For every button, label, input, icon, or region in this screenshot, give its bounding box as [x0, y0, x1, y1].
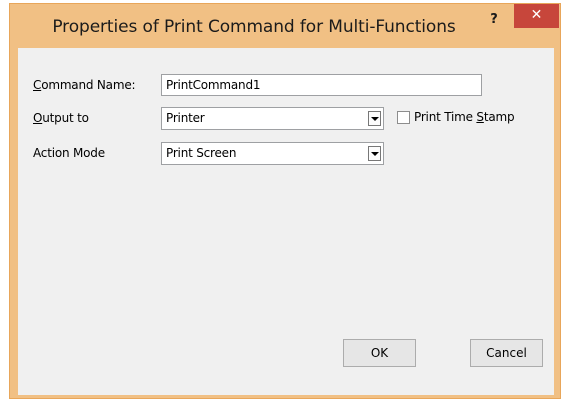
- dialog-title: Properties of Print Command for Multi-Fu…: [52, 17, 456, 37]
- close-icon: ✕: [530, 7, 543, 23]
- print-time-stamp-label[interactable]: Print Time Stamp: [414, 110, 515, 124]
- cancel-button[interactable]: Cancel: [470, 339, 543, 367]
- help-button[interactable]: ?: [478, 8, 510, 34]
- chevron-down-icon[interactable]: [368, 111, 381, 126]
- chevron-down-icon[interactable]: [368, 146, 381, 161]
- output-to-label: Output to: [33, 111, 89, 125]
- close-button[interactable]: ✕: [514, 4, 559, 28]
- dialog-window: Properties of Print Command for Multi-Fu…: [9, 3, 561, 399]
- output-to-value: Printer: [166, 111, 205, 125]
- dialog-content: Command Name: PrintCommand1 Output to Pr…: [18, 48, 554, 395]
- print-time-stamp-checkbox[interactable]: [397, 111, 410, 124]
- title-bar[interactable]: Properties of Print Command for Multi-Fu…: [10, 4, 560, 48]
- action-mode-value: Print Screen: [166, 146, 237, 160]
- action-mode-label: Action Mode: [33, 146, 105, 160]
- action-mode-select[interactable]: Print Screen: [161, 142, 384, 165]
- command-name-label: Command Name:: [33, 78, 136, 92]
- command-name-input[interactable]: PrintCommand1: [161, 74, 482, 96]
- ok-button[interactable]: OK: [343, 339, 416, 367]
- output-to-select[interactable]: Printer: [161, 107, 384, 130]
